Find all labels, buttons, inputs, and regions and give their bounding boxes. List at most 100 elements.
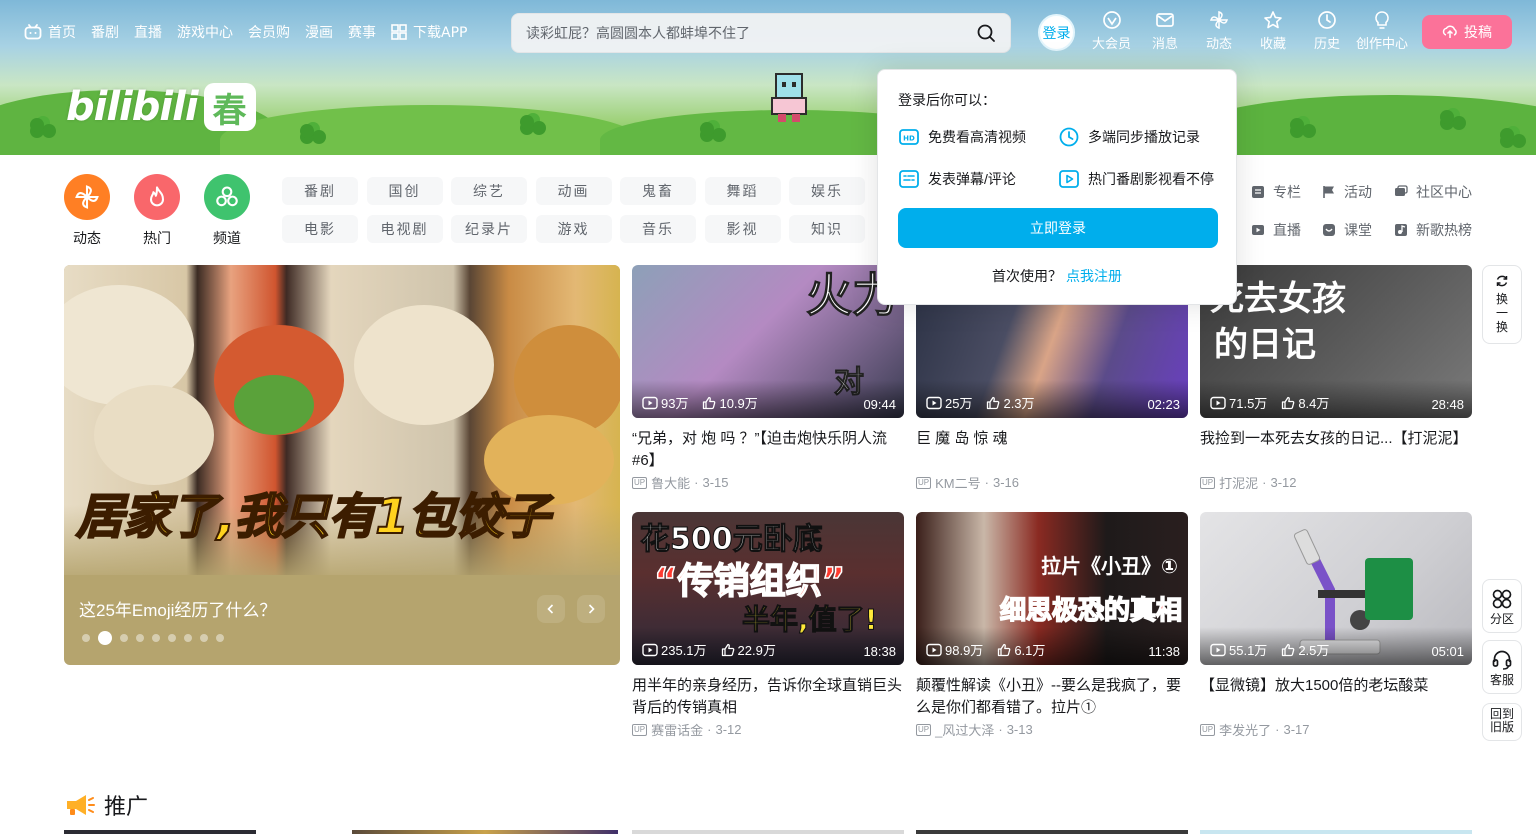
video-author[interactable]: _风过大泽: [935, 720, 994, 739]
video-duration: 28:48: [1431, 397, 1464, 412]
banner-hill: [220, 105, 640, 155]
banner-character-sprite: [771, 73, 807, 122]
video-card[interactable]: 花500元卧底 “传销组织” 半年,值了! 235.1万 22.9万 18:38…: [632, 512, 904, 739]
video-card[interactable]: 死去女孩 的日记 71.5万 8.4万 28:48 我捡到一本死去女孩的日记..…: [1200, 265, 1472, 492]
register-prefix: 首次使用？: [992, 268, 1062, 284]
video-title[interactable]: 【显微镜】放大1500倍的老坛酸菜: [1200, 675, 1472, 719]
refresh-button[interactable]: 换 一 换: [1482, 265, 1522, 344]
play-count-icon: [1210, 643, 1226, 656]
video-thumbnail[interactable]: 火力 对 93万 10.9万 09:44: [632, 265, 904, 418]
channel-tag[interactable]: 纪录片: [451, 215, 527, 243]
banner-carousel[interactable]: 居家了,我只有1包饺子 这25年Emoji经历了什么？: [64, 265, 620, 665]
video-thumbnail[interactable]: 花500元卧底 “传销组织” 半年,值了! 235.1万 22.9万 18:38: [632, 512, 904, 665]
zone-button[interactable]: 分区: [1482, 579, 1522, 633]
video-thumbnail[interactable]: 死去女孩 的日记 71.5万 8.4万 28:48: [1200, 265, 1472, 418]
channel-tag[interactable]: 音乐: [620, 215, 696, 243]
carousel-dot[interactable]: [82, 634, 90, 642]
channel-tag[interactable]: 游戏: [535, 215, 612, 243]
channel-tag[interactable]: 国创: [366, 177, 443, 205]
nav-manga[interactable]: 漫画: [305, 22, 333, 42]
nav-right-label: 消息: [1152, 37, 1179, 52]
bilibili-logo[interactable]: bilibili 春: [66, 80, 256, 134]
video-title[interactable]: 用半年的亲身经历，告诉你全球直销巨头背后的传销真相: [632, 675, 904, 719]
carousel-dot[interactable]: [184, 634, 192, 642]
nav-mall[interactable]: 会员购: [248, 22, 290, 42]
video-author[interactable]: KM二号: [935, 473, 981, 492]
channel-tag[interactable]: 动画: [535, 177, 612, 205]
nav-dynamics[interactable]: 动态: [1206, 10, 1232, 52]
video-author[interactable]: 李发光了: [1219, 720, 1271, 739]
channel-music-chart[interactable]: 新歌热榜: [1394, 220, 1472, 240]
carousel-dot-active[interactable]: [98, 631, 112, 645]
search-icon[interactable]: [976, 23, 996, 43]
video-title[interactable]: 颠覆性解读《小丑》--要么是我疯了，要么是你们都看错了。拉片①: [916, 675, 1188, 719]
video-card[interactable]: 火力 对 93万 10.9万 09:44 “兄弟，对 炮 吗 ？”【迫击炮快乐阴…: [632, 265, 904, 492]
old-version-button[interactable]: 回到 旧版: [1482, 703, 1522, 741]
nav-live[interactable]: 直播: [134, 22, 162, 42]
video-duration: 02:23: [1147, 397, 1180, 412]
carousel-title[interactable]: 这25年Emoji经历了什么？: [79, 596, 276, 621]
channel-tag[interactable]: 娱乐: [789, 177, 865, 205]
video-card[interactable]: 55.1万 2.5万 05:01 【显微镜】放大1500倍的老坛酸菜 UP 李发光…: [1200, 512, 1472, 739]
nav-home[interactable]: 首页: [24, 22, 76, 42]
carousel-dot[interactable]: [152, 634, 160, 642]
nav-esports[interactable]: 赛事: [348, 22, 376, 42]
search-input[interactable]: [526, 25, 976, 41]
carousel-dot[interactable]: [120, 634, 128, 642]
channel-hot[interactable]: 热门: [134, 174, 180, 248]
carousel-dot[interactable]: [216, 634, 224, 642]
view-count: 235.1万: [642, 640, 707, 659]
carousel-prev-button[interactable]: [537, 595, 565, 623]
channel-tag[interactable]: 影视: [704, 215, 781, 243]
old-version-text: 旧版: [1489, 720, 1514, 734]
channel-tag[interactable]: 电影: [282, 215, 358, 243]
channel-dynamics[interactable]: 动态: [64, 174, 110, 248]
nav-bangumi[interactable]: 番剧: [91, 22, 119, 42]
nav-favorites[interactable]: 收藏: [1260, 10, 1286, 52]
windmill-icon: [1209, 10, 1229, 30]
channel-tag[interactable]: 舞蹈: [704, 177, 781, 205]
video-card[interactable]: 拉片《小丑》① 细思极恐的真相 98.9万 6.1万 11:38 颠覆性解读《小…: [916, 512, 1188, 739]
login-now-button[interactable]: 立即登录: [898, 208, 1218, 248]
channel-community[interactable]: 社区中心: [1394, 182, 1472, 202]
like-count: 22.9万: [721, 640, 776, 659]
video-thumbnail[interactable]: 拉片《小丑》① 细思极恐的真相 98.9万 6.1万 11:38: [916, 512, 1188, 665]
nav-download-app[interactable]: 下载APP: [391, 22, 467, 42]
nav-creator-center[interactable]: 创作中心: [1356, 10, 1408, 52]
channel-channels[interactable]: 频道: [204, 174, 250, 248]
video-title[interactable]: 巨 魔 岛 惊 魂: [916, 428, 1188, 472]
channel-tag[interactable]: 知识: [789, 215, 865, 243]
login-avatar-button[interactable]: 登录: [1038, 14, 1075, 51]
nav-vip[interactable]: 大会员: [1092, 10, 1131, 52]
nav-messages[interactable]: 消息: [1152, 10, 1178, 52]
channel-live[interactable]: 直播: [1251, 220, 1301, 240]
register-link[interactable]: 点我注册: [1066, 268, 1122, 284]
video-duration: 11:38: [1148, 644, 1180, 659]
video-title[interactable]: “兄弟，对 炮 吗 ？”【迫击炮快乐阴人流#6】: [632, 428, 904, 472]
video-author[interactable]: 赛雷话金: [651, 720, 703, 739]
refresh-text: 换: [1495, 292, 1508, 306]
carousel-dot[interactable]: [200, 634, 208, 642]
carousel-dot[interactable]: [168, 634, 176, 642]
channel-class[interactable]: 课堂: [1322, 220, 1372, 240]
channel-tag[interactable]: 鬼畜: [620, 177, 696, 205]
nav-history[interactable]: 历史: [1314, 10, 1340, 52]
channel-tag[interactable]: 电视剧: [366, 215, 443, 243]
nav-game-center[interactable]: 游戏中心: [177, 22, 233, 42]
clover-decoration: [1440, 110, 1466, 136]
video-thumbnail[interactable]: 55.1万 2.5万 05:01: [1200, 512, 1472, 665]
channel-extra-label: 活动: [1344, 185, 1372, 201]
channel-column[interactable]: 专栏: [1251, 182, 1301, 202]
video-author[interactable]: 鲁大能: [651, 473, 690, 492]
customer-service-button[interactable]: 客服: [1482, 640, 1522, 694]
video-title[interactable]: 我捡到一本死去女孩的日记...【打泥泥】: [1200, 428, 1472, 472]
vip-icon: [1102, 11, 1121, 29]
carousel-next-button[interactable]: [577, 595, 605, 623]
carousel-dot[interactable]: [136, 634, 144, 642]
channel-activity[interactable]: 活动: [1322, 182, 1372, 202]
upload-button[interactable]: 投稿: [1422, 15, 1512, 49]
channel-tag[interactable]: 综艺: [451, 177, 527, 205]
channel-tag[interactable]: 番剧: [282, 177, 358, 205]
tv-icon: [24, 24, 42, 40]
video-author[interactable]: 打泥泥: [1219, 473, 1258, 492]
